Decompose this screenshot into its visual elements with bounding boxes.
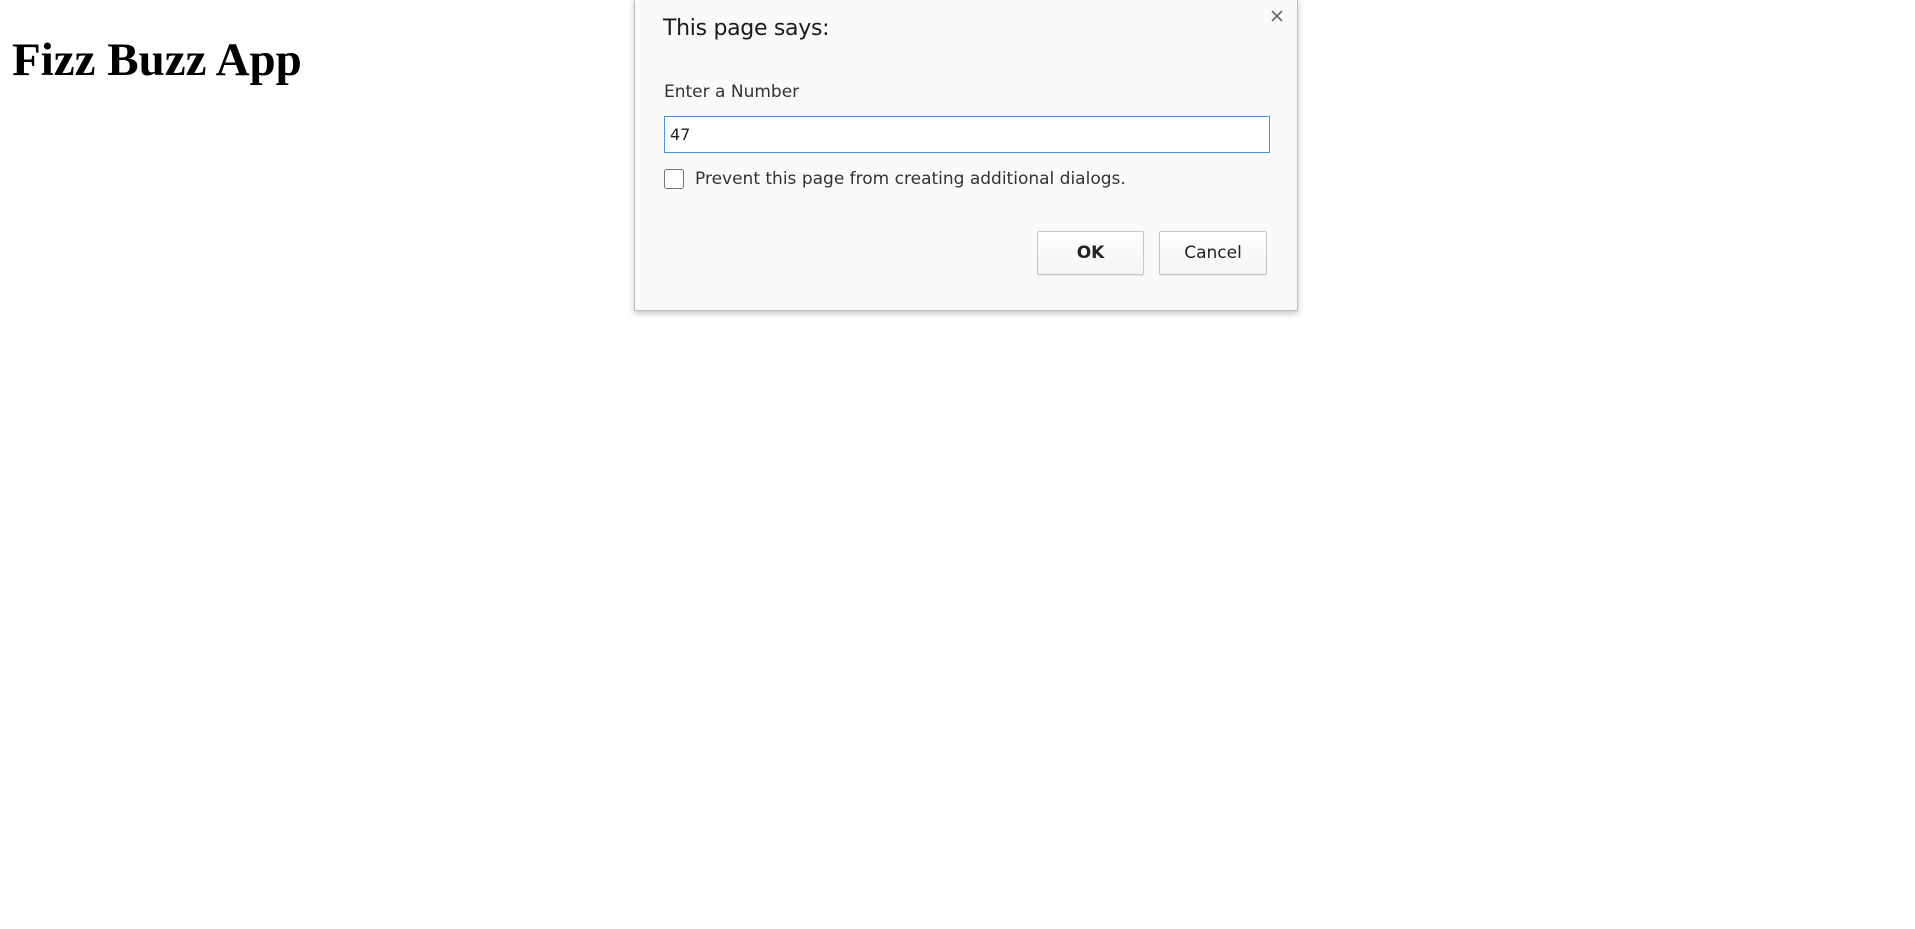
close-icon bbox=[1271, 10, 1283, 22]
suppress-dialogs-label: Prevent this page from creating addition… bbox=[695, 169, 1126, 189]
suppress-dialogs-checkbox[interactable] bbox=[664, 169, 684, 189]
dialog-title: This page says: bbox=[663, 16, 830, 41]
suppress-dialogs-row: Prevent this page from creating addition… bbox=[664, 169, 1126, 189]
ok-button[interactable]: OK bbox=[1037, 231, 1144, 275]
prompt-label: Enter a Number bbox=[664, 82, 800, 102]
number-input[interactable] bbox=[664, 116, 1270, 153]
prompt-dialog: This page says: Enter a Number Prevent t… bbox=[634, 0, 1298, 311]
cancel-button[interactable]: Cancel bbox=[1159, 231, 1267, 275]
page-title: Fizz Buzz App bbox=[12, 34, 302, 86]
close-button[interactable] bbox=[1267, 6, 1287, 26]
